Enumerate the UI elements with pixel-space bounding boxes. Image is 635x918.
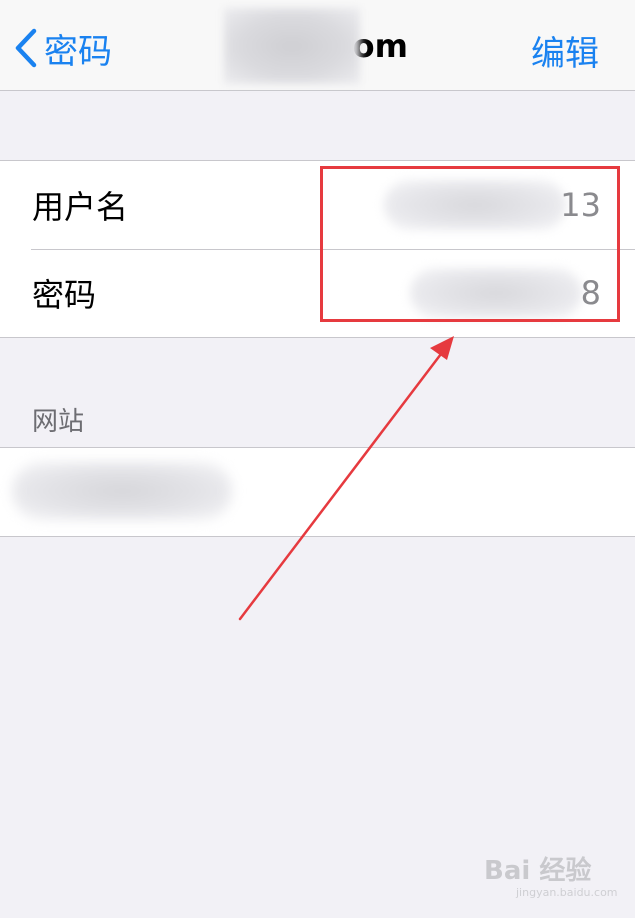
watermark-logo: Bai 经验 [484, 856, 592, 886]
annotation-arrow [238, 336, 454, 621]
watermark-url: jingyan.baidu.com [516, 886, 618, 899]
